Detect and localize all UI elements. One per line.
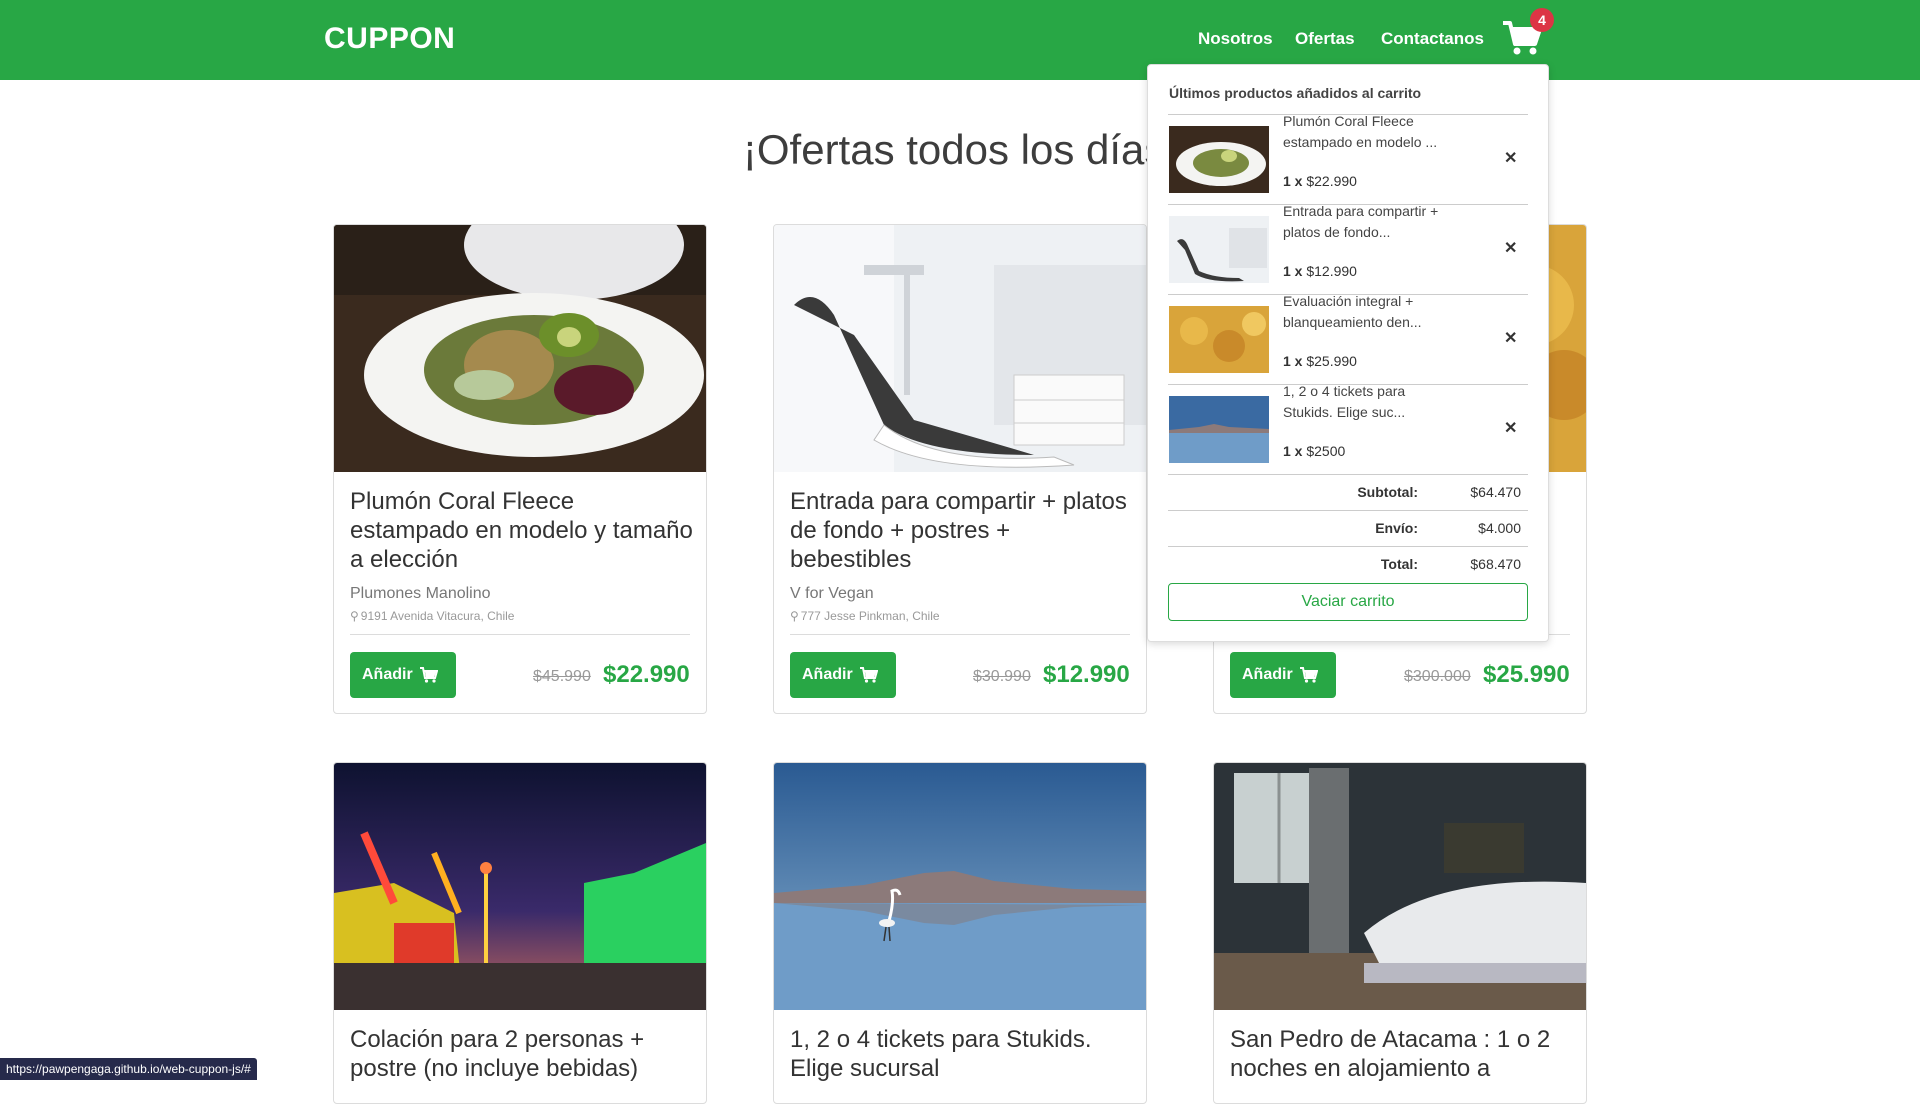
- cart-item-price: $12.990: [1306, 263, 1357, 279]
- deal-image-salad[interactable]: [334, 225, 706, 472]
- deal-address: ⚲ 9191 Avenida Vitacura, Chile: [350, 609, 514, 623]
- deal-price: $25.990: [1483, 661, 1570, 688]
- link-status-bar: https://pawpengaga.github.io/web-cuppon-…: [0, 1058, 257, 1080]
- shipping-label: Envío:: [1375, 520, 1418, 536]
- deal-address-text: 777 Jesse Pinkman, Chile: [800, 609, 940, 623]
- cart-dropdown: Últimos productos añadidos al carrito Pl…: [1147, 64, 1549, 642]
- total-label: Total:: [1380, 556, 1418, 572]
- deal-price: $12.990: [1043, 661, 1130, 688]
- deal-price: $22.990: [603, 661, 690, 688]
- shipping-value: $4.000: [1478, 520, 1521, 536]
- deal-title[interactable]: 1, 2 o 4 tickets para Stukids. Elige suc…: [790, 1025, 1135, 1083]
- deal-title[interactable]: Entrada para compartir + platos de fondo…: [790, 487, 1135, 574]
- brand-logo[interactable]: CUPPON: [324, 22, 455, 56]
- add-to-cart-button[interactable]: Añadir: [1230, 652, 1336, 698]
- total-value: $68.470: [1470, 556, 1521, 572]
- cart-item-qty-count: 1 x: [1283, 443, 1303, 459]
- cart-item-name: Evaluación integral + blanqueamiento den…: [1283, 293, 1422, 330]
- cart-item-price: $25.990: [1306, 353, 1357, 369]
- cart-item-price: $22.990: [1306, 173, 1357, 189]
- page-title: ¡Ofertas todos los días!: [742, 126, 1178, 173]
- cart-dropdown-heading: Últimos productos añadidos al carrito: [1169, 85, 1422, 101]
- cart-icon: [420, 667, 438, 683]
- empty-cart-button[interactable]: Vaciar carrito: [1168, 583, 1528, 621]
- divider: [1168, 474, 1528, 475]
- deal-store: V for Vegan: [790, 585, 874, 602]
- cart-item-price: $2500: [1306, 443, 1346, 459]
- cart-item-thumbnail: [1169, 306, 1269, 373]
- remove-item-button[interactable]: ✕: [1504, 418, 1517, 438]
- top-navbar: CUPPON Nosotros Ofertas Contactanos 4: [0, 0, 1920, 80]
- nav-ofertas[interactable]: Ofertas: [1295, 29, 1355, 49]
- deal-card: San Pedro de Atacama : 1 o 2 noches en a…: [1213, 762, 1587, 1104]
- deal-image-fair[interactable]: [334, 763, 706, 1010]
- deal-card: Entrada para compartir + platos de fondo…: [773, 224, 1147, 714]
- cart-item-qty: 1 x $12.990: [1283, 263, 1357, 279]
- add-to-cart-button[interactable]: Añadir: [790, 652, 896, 698]
- add-button-label: Añadir: [362, 666, 413, 683]
- divider: [790, 634, 1130, 635]
- deal-image-lake[interactable]: [774, 763, 1146, 1010]
- add-button-label: Añadir: [802, 666, 853, 683]
- deal-title[interactable]: Colación para 2 personas + postre (no in…: [350, 1025, 695, 1083]
- remove-item-button[interactable]: ✕: [1504, 238, 1517, 258]
- subtotal-label: Subtotal:: [1357, 484, 1418, 500]
- cart-item-thumbnail: [1169, 396, 1269, 463]
- cart-item-qty: 1 x $25.990: [1283, 353, 1357, 369]
- add-button-label: Añadir: [1242, 666, 1293, 683]
- subtotal-value: $64.470: [1470, 484, 1521, 500]
- deal-address-text: 9191 Avenida Vitacura, Chile: [360, 609, 515, 623]
- add-to-cart-button[interactable]: Añadir: [350, 652, 456, 698]
- deal-card: Colación para 2 personas + postre (no in…: [333, 762, 707, 1104]
- map-pin-icon: ⚲: [790, 609, 799, 623]
- cart-item-qty: 1 x $2500: [1283, 443, 1345, 459]
- cart-count-badge: 4: [1530, 8, 1554, 32]
- old-price: $45.990: [533, 668, 591, 685]
- cart-item-qty-count: 1 x: [1283, 353, 1303, 369]
- cart-item-thumbnail: [1169, 216, 1269, 283]
- cart-item-qty-count: 1 x: [1283, 263, 1303, 279]
- cart-item-name: Entrada para compartir + platos de fondo…: [1283, 203, 1439, 240]
- remove-item-button[interactable]: ✕: [1504, 148, 1517, 168]
- remove-item-button[interactable]: ✕: [1504, 328, 1517, 348]
- cart-item-qty-count: 1 x: [1283, 173, 1303, 189]
- deal-store: Plumones Manolino: [350, 585, 491, 602]
- nav-nosotros[interactable]: Nosotros: [1198, 29, 1273, 49]
- deal-title[interactable]: San Pedro de Atacama : 1 o 2 noches en a…: [1230, 1025, 1575, 1083]
- cart-item-name: Plumón Coral Fleece estampado en modelo …: [1283, 113, 1438, 150]
- deal-card: 1, 2 o 4 tickets para Stukids. Elige suc…: [773, 762, 1147, 1104]
- deal-image-dental[interactable]: [774, 225, 1146, 472]
- cart-icon: [860, 667, 878, 683]
- old-price: $30.990: [973, 668, 1031, 685]
- nav-contactanos[interactable]: Contactanos: [1381, 29, 1484, 49]
- deal-card: Plumón Coral Fleece estampado en modelo …: [333, 224, 707, 714]
- deal-title[interactable]: Plumón Coral Fleece estampado en modelo …: [350, 487, 695, 574]
- cart-icon: [1300, 667, 1318, 683]
- cart-item-qty: 1 x $22.990: [1283, 173, 1357, 189]
- divider: [1168, 546, 1528, 547]
- divider: [1168, 510, 1528, 511]
- divider: [350, 634, 690, 635]
- deal-address: ⚲ 777 Jesse Pinkman, Chile: [790, 609, 940, 623]
- old-price: $300.000: [1404, 668, 1471, 685]
- cart-item-thumbnail: [1169, 126, 1269, 193]
- map-pin-icon: ⚲: [350, 609, 359, 623]
- cart-item-name: 1, 2 o 4 tickets para Stukids. Elige suc…: [1283, 383, 1406, 420]
- deal-image-bedroom[interactable]: [1214, 763, 1586, 1010]
